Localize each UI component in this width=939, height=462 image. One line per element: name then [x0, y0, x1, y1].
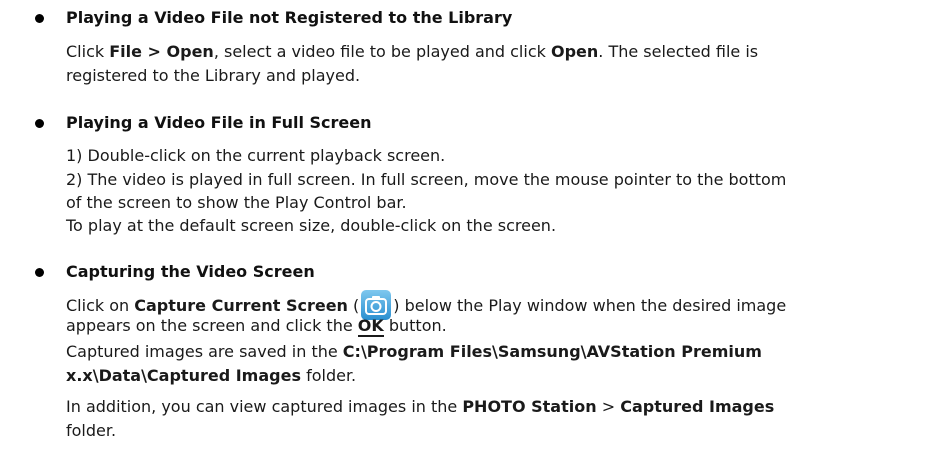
paragraph-line: x.x\Data\Captured Images folder.: [66, 366, 357, 385]
paragraph-line: folder.: [66, 421, 117, 440]
ok-button-label: OK: [357, 316, 384, 337]
bullet-3: [35, 268, 44, 277]
paragraph-line: appears on the screen and click the OK b…: [66, 316, 447, 337]
bullet-1: [35, 14, 44, 23]
capture-path-continued: x.x\Data\Captured Images: [66, 366, 301, 385]
paragraph-line: To play at the default screen size, doub…: [66, 216, 557, 235]
paragraph-line: Click File > Open, select a video file t…: [66, 42, 759, 61]
heading-full-screen: Playing a Video File in Full Screen: [66, 113, 372, 132]
heading-capturing: Capturing the Video Screen: [66, 262, 315, 281]
paragraph-line: In addition, you can view captured image…: [66, 397, 775, 416]
bullet-2: [35, 119, 44, 128]
paragraph-line: Captured images are saved in the C:\Prog…: [66, 342, 762, 361]
capture-path: C:\Program Files\Samsung\AVStation Premi…: [342, 342, 762, 361]
paragraph-line: 2) The video is played in full screen. I…: [66, 170, 787, 189]
paragraph-line: of the screen to show the Play Control b…: [66, 193, 407, 212]
heading-playing-unregistered: Playing a Video File not Registered to t…: [66, 8, 513, 27]
paragraph-line: registered to the Library and played.: [66, 66, 361, 85]
paragraph-line: 1) Double-click on the current playback …: [66, 146, 446, 165]
